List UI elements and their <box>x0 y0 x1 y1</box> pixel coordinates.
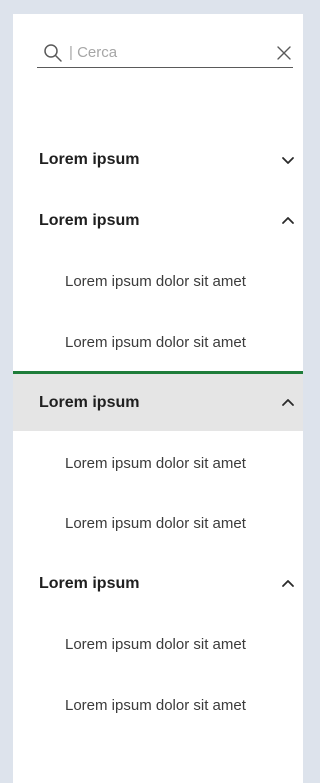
chevron-up-icon <box>281 577 295 591</box>
accordion-sub-item[interactable]: Lorem ipsum dolor sit amet <box>13 253 303 309</box>
sub-item-label: Lorem ipsum dolor sit amet <box>65 454 246 472</box>
accordion-sub-item[interactable]: Lorem ipsum dolor sit amet <box>13 677 303 733</box>
sub-item-label: Lorem ipsum dolor sit amet <box>65 696 246 714</box>
sub-item-label: Lorem ipsum dolor sit amet <box>65 333 246 351</box>
accordion-sub-item[interactable]: Lorem ipsum dolor sit amet <box>13 314 303 370</box>
side-menu-panel: Lorem ipsum Lorem ipsum Lorem ipsum dolo… <box>13 14 303 783</box>
chevron-down-icon <box>281 153 295 167</box>
search-input[interactable] <box>69 44 275 61</box>
search-bar <box>37 38 293 68</box>
accordion-section-1-header[interactable]: Lorem ipsum <box>13 132 303 188</box>
sub-item-label: Lorem ipsum dolor sit amet <box>65 514 246 532</box>
accordion-section-title: Lorem ipsum <box>39 151 140 168</box>
accordion-section-title: Lorem ipsum <box>39 393 140 411</box>
accordion-section-4-header[interactable]: Lorem ipsum <box>13 556 303 612</box>
accordion-section-title: Lorem ipsum <box>39 212 140 229</box>
search-icon[interactable] <box>43 43 63 63</box>
sub-item-label: Lorem ipsum dolor sit amet <box>65 635 246 653</box>
accordion-section-title: Lorem ipsum <box>39 575 140 592</box>
close-icon[interactable] <box>275 44 293 62</box>
accordion-sub-item[interactable]: Lorem ipsum dolor sit amet <box>13 495 303 551</box>
sub-item-label: Lorem ipsum dolor sit amet <box>65 272 246 290</box>
accordion-sub-item[interactable]: Lorem ipsum dolor sit amet <box>13 616 303 672</box>
chevron-up-icon <box>281 396 295 410</box>
accordion-sub-item[interactable]: Lorem ipsum dolor sit amet <box>13 435 303 491</box>
chevron-up-icon <box>281 214 295 228</box>
accordion-section-3-header[interactable]: Lorem ipsum <box>13 371 303 431</box>
accordion-section-2-header[interactable]: Lorem ipsum <box>13 193 303 249</box>
